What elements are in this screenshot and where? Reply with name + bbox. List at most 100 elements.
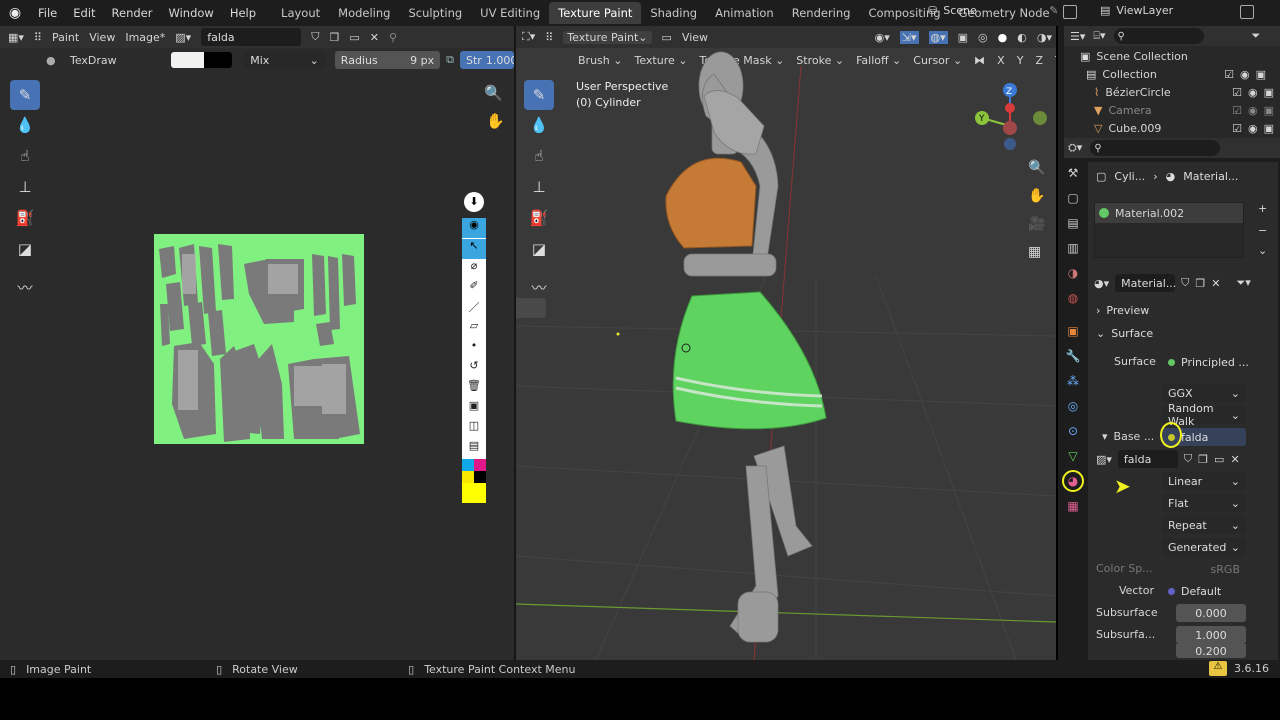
image-menu[interactable]: Image*	[125, 31, 165, 44]
tab-texture-paint[interactable]: Texture Paint	[549, 2, 642, 24]
new-scene-icon[interactable]	[1063, 5, 1077, 19]
duplicate-icon[interactable]: ❐	[1198, 453, 1208, 466]
checkbox-icon[interactable]: ☑	[1224, 68, 1234, 81]
view-layer-tab-icon[interactable]: ▥	[1062, 237, 1084, 259]
fake-user-icon[interactable]: ⛉	[311, 30, 319, 44]
clipboard-icon[interactable]: ▤	[462, 439, 486, 459]
radius-field[interactable]: Radius 9 px	[334, 51, 441, 69]
line-icon[interactable]: ／	[462, 299, 486, 319]
open-folder-icon[interactable]: ▭	[1214, 453, 1224, 466]
extension-dropdown[interactable]: Repeat ⌄	[1162, 516, 1246, 534]
annotate-tool[interactable]: 〰	[10, 272, 40, 302]
clone-tool[interactable]: ⊥	[524, 172, 554, 202]
interpolation-dropdown[interactable]: Linear ⌄	[1162, 472, 1246, 490]
select-arrow-icon[interactable]: ↖	[462, 239, 486, 259]
camera-icon[interactable]: ◫	[462, 419, 486, 439]
view-menu[interactable]: View	[89, 31, 115, 44]
subsurface-method-dropdown[interactable]: Random Walk ⌄	[1162, 402, 1246, 428]
secondary-color-swatch[interactable]	[203, 52, 233, 68]
ortho-grid-icon[interactable]: ▦	[1028, 244, 1041, 260]
output-tab-icon[interactable]: ▤	[1062, 212, 1084, 234]
tab-shading[interactable]: Shading	[641, 2, 706, 24]
display-mode-icon[interactable]: ⌸▾	[1093, 29, 1105, 43]
base-color-label[interactable]: ▾ Base ...	[1102, 430, 1154, 443]
outliner-item[interactable]: ▽ Cube.009 ☑ ◉ ▣	[1094, 122, 1274, 135]
color-palette[interactable]	[462, 459, 486, 483]
material-browse-icon[interactable]: ◕▾	[1094, 277, 1109, 290]
zoom-icon[interactable]: 🔍	[1028, 160, 1045, 176]
warning-icon[interactable]: ⚠	[1209, 661, 1227, 676]
screenshot-icon[interactable]: ▣	[462, 399, 486, 419]
remove-slot-button[interactable]: −	[1258, 224, 1267, 237]
properties-type-icon[interactable]: ⛭▾	[1068, 141, 1082, 155]
smear-tool[interactable]: ☝	[524, 141, 554, 171]
eye-icon[interactable]: ◉	[1248, 104, 1258, 117]
subsurface-field[interactable]: 0.000	[1176, 604, 1246, 622]
search-input[interactable]: ⚲	[1113, 28, 1204, 44]
soften-tool[interactable]: 💧	[524, 110, 554, 140]
scene-collection-row[interactable]: ▣ Scene Collection	[1080, 50, 1188, 63]
highlighter-icon[interactable]: ▱	[462, 319, 486, 339]
image-browse-icon[interactable]: ▨▾	[1096, 453, 1112, 466]
tab-animation[interactable]: Animation	[706, 2, 783, 24]
fill-tool[interactable]: ⛽	[10, 203, 40, 233]
editor-type-icon[interactable]: ▦▾	[8, 31, 24, 44]
blender-logo-icon[interactable]: ◉	[0, 5, 30, 21]
outliner-type-icon[interactable]: ☰▾	[1070, 30, 1085, 43]
primary-color-swatch[interactable]	[171, 52, 204, 68]
soften-tool[interactable]: 💧	[10, 110, 40, 140]
strength-field[interactable]: Str 1.000	[460, 51, 517, 69]
unlink-icon[interactable]: ✕	[370, 31, 379, 44]
camera-render-icon[interactable]: ▣	[1256, 68, 1266, 81]
trash-icon[interactable]: 🗑	[462, 379, 486, 399]
render-tab-icon[interactable]: ▢	[1062, 187, 1084, 209]
link-filter-icon[interactable]: ⏷▾	[1236, 276, 1250, 290]
menu-file[interactable]: File	[30, 6, 65, 20]
navigation-gizmo[interactable]: Z Y	[974, 82, 1054, 162]
fill-tool[interactable]: ⛽	[524, 203, 554, 233]
surface-shader-field[interactable]: Principled ...	[1162, 353, 1262, 371]
data-tab-icon[interactable]: ▽	[1062, 445, 1084, 467]
checkbox-icon[interactable]: ☑	[1232, 122, 1242, 135]
checkbox-icon[interactable]: ☑	[1232, 86, 1242, 99]
clone-tool[interactable]: ⊥	[10, 172, 40, 202]
tool-tab-icon[interactable]: ⚒	[1062, 162, 1084, 184]
search-input[interactable]: ⚲	[1090, 140, 1221, 156]
subsurface-radius-field[interactable]: 1.000	[1176, 626, 1246, 644]
unlink-icon[interactable]: ✕	[1230, 453, 1239, 466]
fake-user-icon[interactable]: ⛉	[1184, 452, 1192, 466]
undo-icon[interactable]: ↺	[462, 359, 486, 379]
vector-source-dropdown[interactable]: Generated ⌄	[1162, 538, 1246, 556]
slot-menu-icon[interactable]: ⌄	[1258, 244, 1267, 257]
add-slot-button[interactable]: +	[1258, 202, 1267, 215]
smear-tool[interactable]: ☝	[10, 141, 40, 171]
pen-toggle-icon[interactable]: ⬇	[464, 192, 484, 212]
duplicate-icon[interactable]: ❐	[329, 31, 339, 44]
constraints-tab-icon[interactable]: ⊙	[1062, 420, 1084, 442]
image-name-field[interactable]: falda	[201, 28, 302, 46]
zoom-icon[interactable]: 🔍	[484, 84, 503, 102]
object-tab-icon[interactable]: ▣	[1062, 320, 1084, 342]
mask-tool[interactable]: ◪	[524, 234, 554, 264]
filter-icon[interactable]: ⏷	[1252, 29, 1261, 43]
world-tab-icon[interactable]: ◍	[1062, 287, 1084, 309]
menu-window[interactable]: Window	[160, 6, 221, 20]
camera-render-icon[interactable]: ▣	[1264, 122, 1274, 135]
eraser-icon[interactable]: ⌀	[462, 259, 486, 279]
texture-tab-icon[interactable]: ▦	[1062, 495, 1084, 517]
outliner-item[interactable]: ▤ Collection ☑ ◉ ▣	[1086, 68, 1266, 81]
modifier-tab-icon[interactable]: 🔧	[1062, 345, 1084, 367]
material-slot-list[interactable]: Material.002	[1094, 202, 1244, 258]
tab-sculpting[interactable]: Sculpting	[399, 2, 471, 24]
mask-tool[interactable]: ◪	[10, 234, 40, 264]
fake-user-icon[interactable]: ⛉	[1181, 276, 1189, 290]
pin-icon[interactable]: ✎	[1049, 4, 1058, 17]
menu-render[interactable]: Render	[104, 6, 161, 20]
pan-hand-icon[interactable]: ✋	[486, 112, 505, 130]
tab-modeling[interactable]: Modeling	[329, 2, 399, 24]
new-viewlayer-icon[interactable]	[1240, 5, 1254, 19]
open-folder-icon[interactable]: ▭	[349, 31, 359, 44]
menu-edit[interactable]: Edit	[65, 6, 103, 20]
marker-icon[interactable]: ✐	[462, 279, 486, 299]
camera-render-icon[interactable]: ▣	[1264, 86, 1274, 99]
